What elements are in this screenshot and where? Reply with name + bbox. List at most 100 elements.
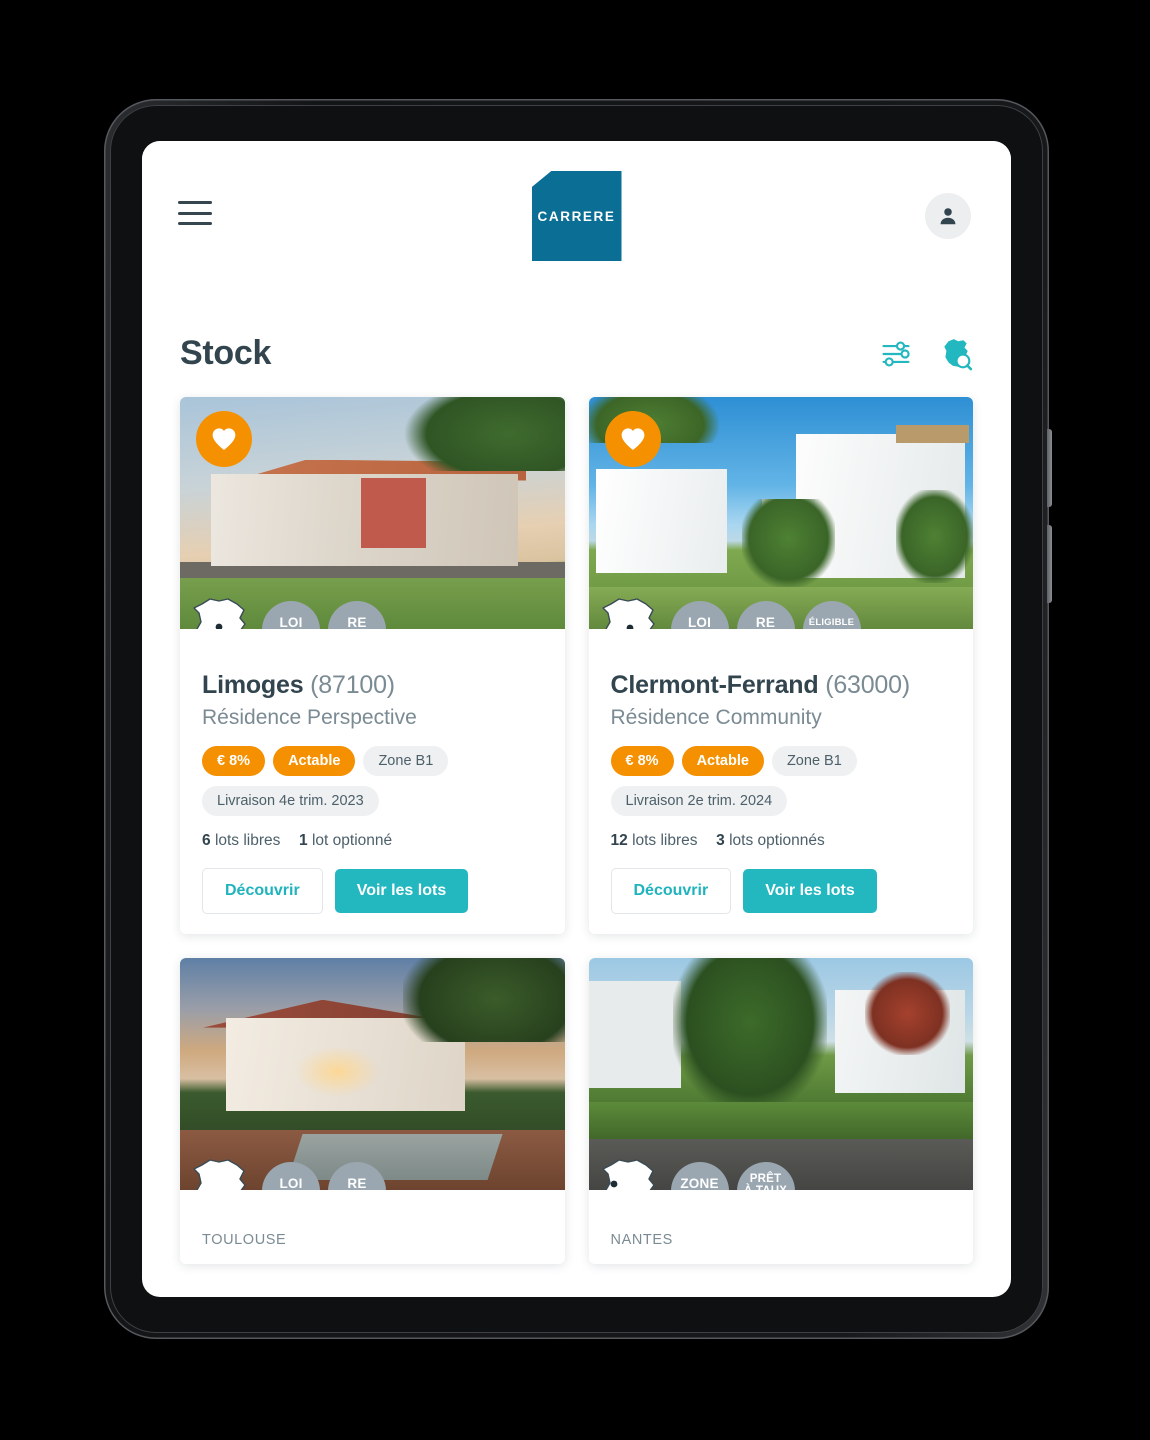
city-name: Clermont-Ferrand [610,671,819,699]
property-card[interactable]: LOI PINEL RE 2020 ÉLIGIBLE LMNP [588,397,974,934]
delivery-row: Livraison 4e trim. 2023 [202,786,543,816]
france-map-icon [193,1159,246,1190]
pastille-badge: LOI PINEL [262,601,320,629]
zone-tag: Zone B1 [363,746,449,776]
pastille-line: À TAUX [744,1185,787,1190]
pastille-badge: PRÊT À TAUX 0% [736,1162,795,1190]
hamburger-bar [178,201,212,204]
postal-code: (63000) [825,671,910,699]
pastille-line: LOI [279,1175,303,1190]
delivery-tag: Livraison 4e trim. 2023 [202,786,379,816]
yield-tag: € 8% [610,746,674,776]
heart-icon [621,428,644,450]
hamburger-bar [178,211,212,215]
card-city-line: Clermont-Ferrand (63000) [611,671,952,700]
card-actions: Découvrir Voir les lots [610,868,952,914]
property-card[interactable]: LOI PINEL RE 2020 TOULOUSE [180,958,565,1264]
page-title: Stock [180,334,272,372]
card-body: Clermont-Ferrand (63000) Résidence Commu… [589,629,974,934]
lots-summary: 6 lots libres 1 lot optionné [202,832,543,850]
residence-name: Résidence Community [610,706,822,729]
pastille-badge: ÉLIGIBLE LMNP [802,601,861,629]
tag-row: € 8% Actable Zone B1 [202,746,543,776]
lots-optioned-label: lot optionné [311,832,393,849]
lots-free-count: 12 [610,832,628,849]
volume-up-button[interactable] [1047,429,1052,507]
screenshot-stage: CARRERE Stock LOI RE Limoges (87100) Rés… [0,0,1150,1440]
user-avatar-icon [940,208,956,225]
agency-label: NANTES [610,1232,673,1248]
app-header: CARRERE [142,141,1011,276]
card-image[interactable]: LOI PINEL RE 2020 [180,397,565,629]
pastille-badge: LOI PINEL [670,601,729,629]
zone-tag: Zone B1 [771,746,857,776]
volume-down-button[interactable] [1047,525,1052,603]
favorite-button[interactable] [604,411,661,467]
page-actions [879,337,973,371]
heart-icon [212,428,236,450]
pastille-line: PRÊT [749,1172,782,1185]
pastille-line: LMNP [812,627,851,629]
lots-optioned-label: lots optionnés [729,832,825,849]
property-card-grid: LOI PINEL RE 2020 Limoges (871 [142,397,1011,1264]
hamburger-bar [178,222,212,225]
delivery-row: Livraison 2e trim. 2024 [610,786,952,816]
badge-strip: LOI PINEL RE 2020 [188,595,386,629]
lots-optioned-count: 1 [299,832,308,849]
brand-logo[interactable]: CARRERE [531,171,622,261]
postal-code: (87100) [310,671,395,699]
card-image[interactable]: ZONE ANRU PRÊT À TAUX 0% [588,958,973,1190]
lots-free-label: lots libres [632,832,698,849]
france-map-icon [193,598,246,629]
lots-summary: 12 lots libres 3 lots optionnés [611,832,952,850]
badge-strip: LOI PINEL RE 2020 ÉLIGIBLE LMNP [597,595,861,629]
pastille-line: ZONE [680,1175,719,1190]
account-avatar-button[interactable] [925,193,971,239]
card-body: NANTES [589,1190,974,1264]
agency-label: TOULOUSE [202,1232,287,1248]
card-actions: Découvrir Voir les lots [202,868,543,914]
card-image[interactable]: LOI PINEL RE 2020 [180,958,565,1190]
brand-name: CARRERE [537,208,616,224]
pastille-line: RE [347,614,367,629]
discover-button[interactable]: Découvrir [610,868,732,914]
pastille-line: RE [347,1175,367,1190]
card-body: Limoges (87100) Résidence Perspective € … [180,629,565,934]
delivery-tag: Livraison 2e trim. 2024 [610,786,788,816]
yield-tag: € 8% [202,746,266,776]
status-tag: Actable [273,746,356,776]
view-lots-button[interactable]: Voir les lots [334,869,469,913]
france-map-icon [601,598,655,629]
tablet-screen: CARRERE Stock LOI RE Limoges (87100) Rés… [142,141,1011,1297]
property-card[interactable]: LOI PINEL RE 2020 Limoges (871 [180,397,565,934]
property-card[interactable]: ZONE ANRU PRÊT À TAUX 0% NANTES [588,958,974,1264]
tablet-device-frame: CARRERE Stock LOI RE Limoges (87100) Rés… [104,99,1052,1339]
hamburger-menu-icon[interactable] [178,201,212,225]
pastille-badge: ZONE ANRU [670,1162,729,1190]
page-title-row: Stock [142,334,1011,373]
card-image[interactable]: LOI PINEL RE 2020 ÉLIGIBLE LMNP [588,397,973,629]
lots-free-label: lots libres [214,832,281,849]
card-city-line: Limoges (87100) [202,671,543,700]
card-body: TOULOUSE [180,1190,565,1264]
map-search-button[interactable] [939,337,973,371]
pastille-badge: LOI PINEL [262,1162,320,1190]
favorite-button[interactable] [196,411,252,467]
badge-strip: LOI PINEL RE 2020 [188,1156,386,1190]
pastille-badge: RE 2020 [328,1162,386,1190]
pastille-badge: RE 2020 [328,601,386,629]
pastille-badge: RE 2020 [736,601,795,629]
view-lots-button[interactable]: Voir les lots [743,869,877,913]
tag-row: € 8% Actable Zone B1 [610,746,952,776]
city-name: Limoges [202,671,304,699]
badge-strip: ZONE ANRU PRÊT À TAUX 0% [597,1156,795,1190]
pastille-line: LOI [279,614,303,629]
pastille-line: RE [755,614,776,629]
filter-icon [882,340,910,367]
lots-optioned-count: 3 [716,832,725,849]
discover-button[interactable]: Découvrir [202,868,323,914]
status-tag: Actable [681,746,764,776]
filter-button[interactable] [879,337,913,371]
map-search-icon [944,338,973,370]
lots-free-count: 6 [202,832,211,849]
